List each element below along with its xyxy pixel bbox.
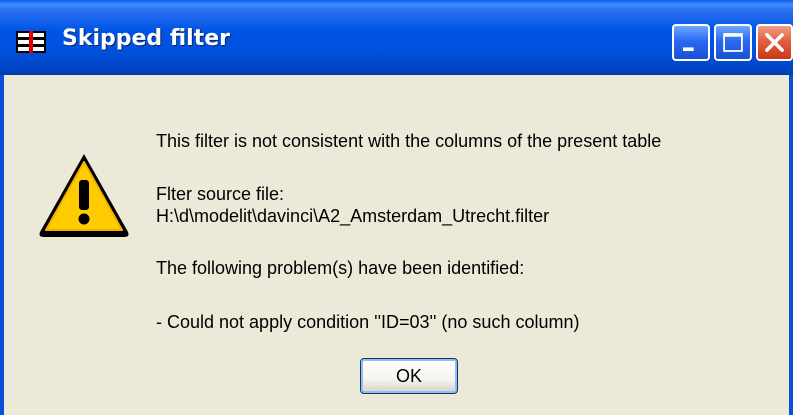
problems-heading: The following problem(s) have been ident…	[156, 258, 525, 278]
ok-button[interactable]: OK	[360, 358, 458, 394]
close-button[interactable]	[756, 24, 793, 61]
title-bar[interactable]: Skipped filter	[0, 0, 793, 75]
source-file-path: H:\d\modelit\davinci\A2_Amsterdam_Utrech…	[156, 206, 550, 226]
message-text: This filter is not consistent with the c…	[156, 131, 662, 151]
window-title: Skipped filter	[62, 26, 230, 51]
dialog-window: Skipped filter This filter is not consis…	[0, 0, 793, 415]
maximize-button[interactable]	[714, 24, 752, 61]
minimize-icon	[682, 47, 694, 51]
warning-icon	[39, 154, 129, 237]
source-file-label: Flter source file:	[156, 184, 285, 204]
minimize-button[interactable]	[672, 24, 710, 61]
app-grid-icon	[16, 31, 46, 53]
maximize-icon	[723, 33, 743, 52]
close-icon	[765, 33, 784, 52]
problem-item: - Could not apply condition ''ID=03'' (n…	[156, 312, 580, 332]
